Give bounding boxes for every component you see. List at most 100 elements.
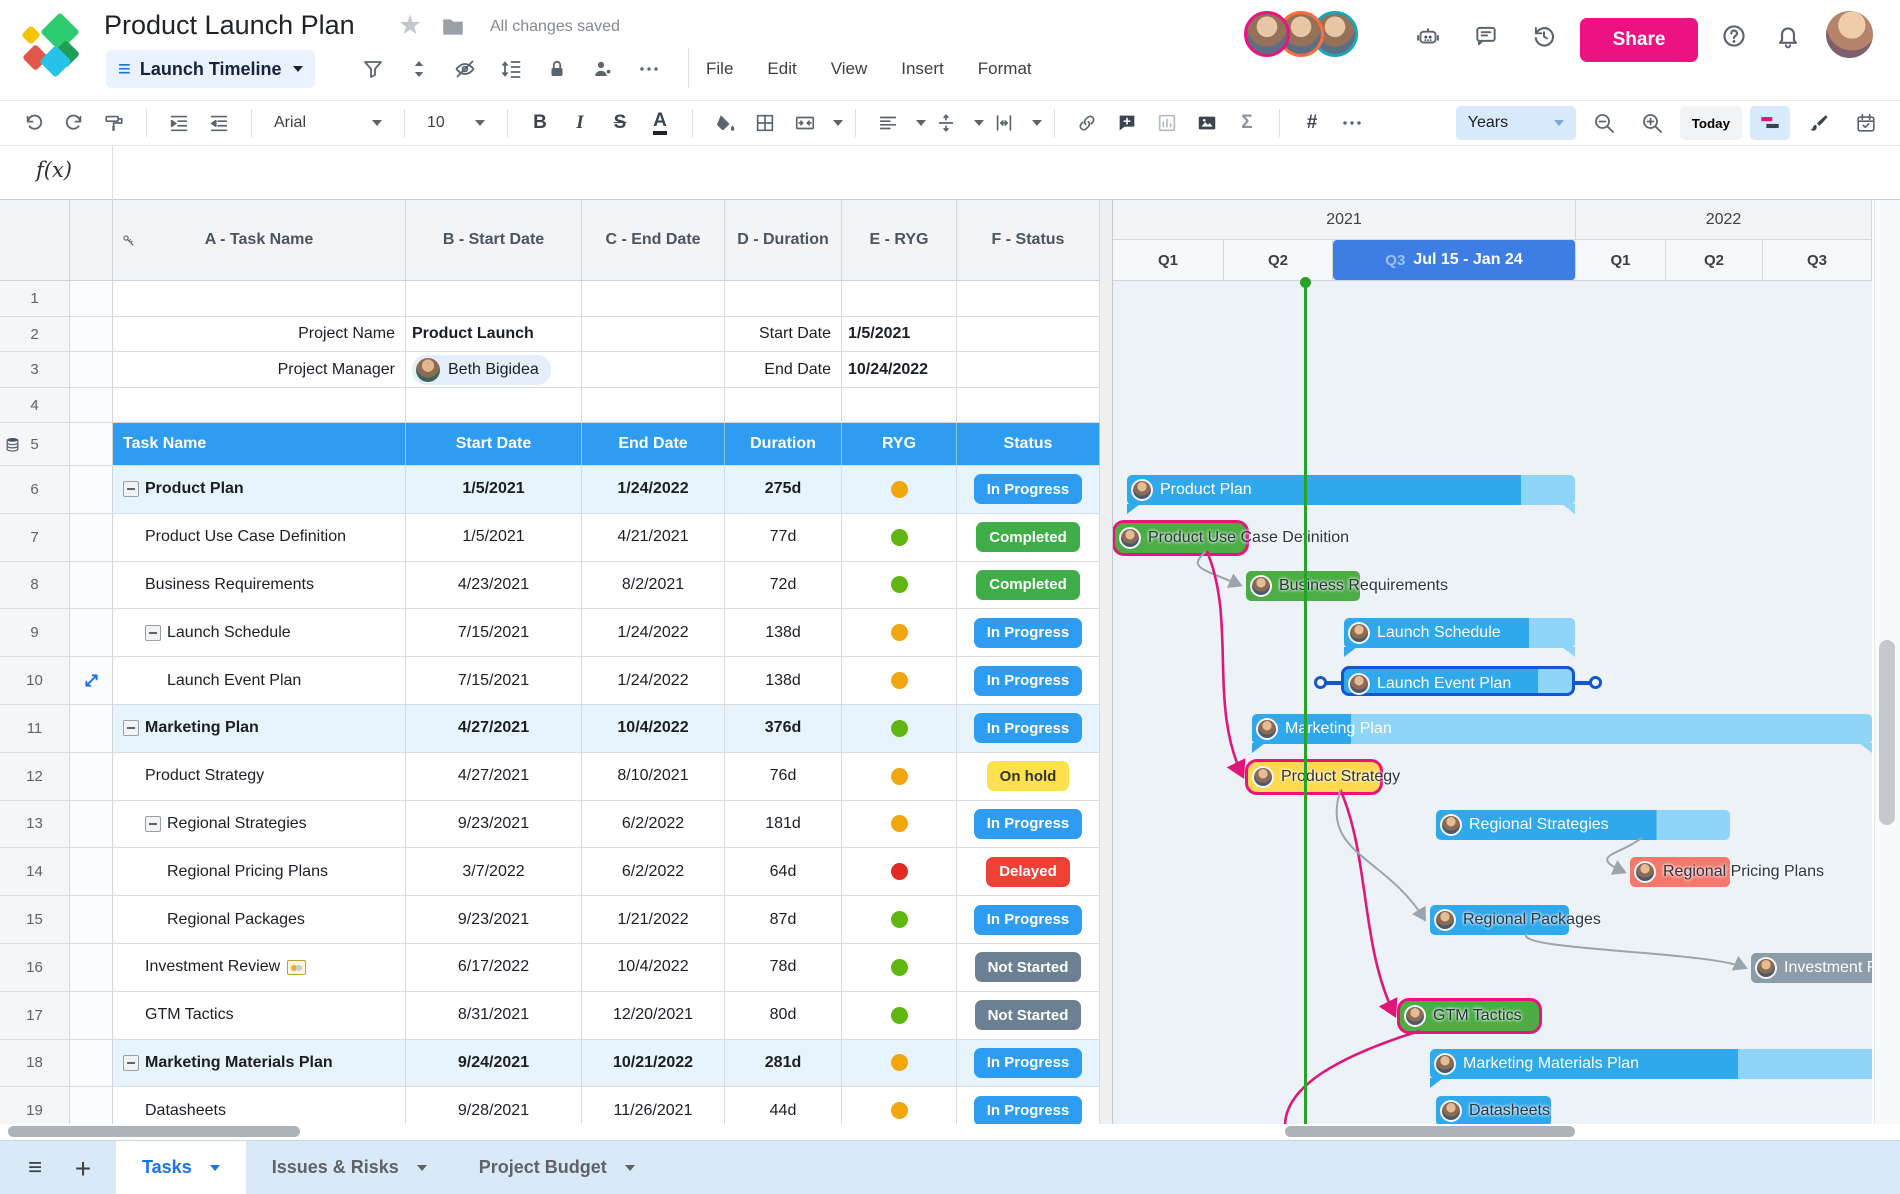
sort-button[interactable] bbox=[396, 52, 442, 86]
sheet-tab-project-budget[interactable]: Project Budget bbox=[453, 1141, 661, 1194]
comment-add-button[interactable] bbox=[1107, 106, 1147, 140]
ryg-cell[interactable] bbox=[842, 705, 957, 752]
row-number[interactable]: 10 bbox=[0, 657, 70, 704]
collapse-toggle[interactable] bbox=[145, 816, 161, 832]
menu-insert[interactable]: Insert bbox=[901, 59, 944, 79]
gantt-quarter-cell[interactable]: Q2 bbox=[1224, 240, 1333, 280]
end-date-cell[interactable]: 8/10/2021 bbox=[582, 753, 725, 800]
status-cell[interactable]: Delayed bbox=[957, 848, 1100, 895]
duration-cell[interactable]: 281d bbox=[725, 1040, 842, 1087]
zoom-out-button[interactable] bbox=[1584, 106, 1624, 140]
outdent-button[interactable] bbox=[199, 106, 239, 140]
duration-cell[interactable]: 80d bbox=[725, 992, 842, 1039]
sheet-tab-tasks[interactable]: Tasks bbox=[116, 1141, 246, 1194]
task-name-cell[interactable]: Product Strategy bbox=[113, 753, 406, 800]
gantt-quarter-cell[interactable]: Q3 bbox=[1763, 240, 1872, 280]
table-row[interactable]: 3Project ManagerBeth BigideaEnd Date10/2… bbox=[0, 352, 1100, 388]
collaborator-avatar[interactable] bbox=[1244, 11, 1290, 57]
status-cell[interactable]: In Progress bbox=[957, 801, 1100, 848]
fill-button[interactable] bbox=[705, 106, 745, 140]
gantt-quarter-cell[interactable]: Q1 bbox=[1113, 240, 1224, 280]
status-cell[interactable]: In Progress bbox=[957, 657, 1100, 704]
start-date-cell[interactable]: 1/5/2021 bbox=[406, 466, 582, 513]
share-user-button[interactable] bbox=[580, 52, 626, 86]
task-name-cell[interactable]: Investment Review bbox=[113, 944, 406, 991]
grid-cell[interactable]: End Date bbox=[725, 352, 842, 387]
duration-cell[interactable]: 72d bbox=[725, 562, 842, 609]
start-date-cell[interactable]: 9/28/2021 bbox=[406, 1087, 582, 1124]
table-row[interactable]: 18Marketing Materials Plan9/24/202110/21… bbox=[0, 1040, 1100, 1088]
gantt-bar-rs[interactable]: Regional Strategies bbox=[1436, 810, 1730, 840]
gantt-bar-gtm[interactable]: GTM Tactics bbox=[1400, 1001, 1539, 1031]
font-family-select[interactable]: Arial bbox=[264, 106, 392, 140]
add-sheet-button[interactable]: + bbox=[70, 1155, 96, 1181]
bell-button[interactable] bbox=[1768, 16, 1808, 56]
more-button[interactable] bbox=[1332, 106, 1372, 140]
row-gutter[interactable] bbox=[70, 848, 113, 895]
table-row[interactable]: 19Datasheets9/28/202111/26/202144dIn Pro… bbox=[0, 1087, 1100, 1124]
image-button[interactable] bbox=[1187, 106, 1227, 140]
row-gutter[interactable] bbox=[70, 657, 113, 704]
ryg-cell[interactable] bbox=[842, 944, 957, 991]
sheet-menu-icon[interactable]: ≡ bbox=[22, 1155, 48, 1181]
gantt-bar-mp[interactable]: Marketing Plan bbox=[1252, 714, 1872, 744]
row-gutter[interactable] bbox=[70, 705, 113, 752]
row-number[interactable]: 11 bbox=[0, 705, 70, 752]
end-date-cell[interactable]: 10/4/2022 bbox=[582, 705, 725, 752]
column-header[interactable]: F - Status bbox=[957, 200, 1100, 280]
table-row[interactable]: 2Project NameProduct LaunchStart Date1/5… bbox=[0, 317, 1100, 352]
favorite-star-icon[interactable]: ★ bbox=[398, 10, 422, 41]
table-header-cell[interactable]: Task Name bbox=[113, 423, 406, 465]
status-cell[interactable]: In Progress bbox=[957, 1087, 1100, 1124]
paint-button[interactable] bbox=[94, 106, 134, 140]
table-header-cell[interactable]: End Date bbox=[582, 423, 725, 465]
link-button[interactable] bbox=[1067, 106, 1107, 140]
end-date-cell[interactable]: 10/21/2022 bbox=[582, 1040, 725, 1087]
grid-cell[interactable]: Start Date bbox=[725, 317, 842, 351]
gantt-bar-ds[interactable]: Datasheets bbox=[1436, 1096, 1551, 1124]
italic-button[interactable]: I bbox=[560, 106, 600, 140]
gantt-bar-mmp[interactable]: Marketing Materials Plan bbox=[1430, 1049, 1872, 1079]
duration-cell[interactable]: 275d bbox=[725, 466, 842, 513]
gantt-bar-lep[interactable]: Launch Event Plan bbox=[1341, 666, 1575, 696]
ryg-cell[interactable] bbox=[842, 609, 957, 656]
table-row[interactable]: 14Regional Pricing Plans3/7/20226/2/2022… bbox=[0, 848, 1100, 896]
collapse-toggle[interactable] bbox=[123, 481, 139, 497]
duration-cell[interactable]: 76d bbox=[725, 753, 842, 800]
today-button[interactable]: Today bbox=[1680, 106, 1742, 140]
chart-button[interactable] bbox=[1147, 106, 1187, 140]
expand-row-icon[interactable] bbox=[82, 671, 101, 690]
end-date-cell[interactable]: 6/2/2022 bbox=[582, 801, 725, 848]
grid-cell[interactable]: Project Name bbox=[113, 317, 406, 351]
grid-cell[interactable]: Project Manager bbox=[113, 352, 406, 387]
row-number[interactable]: 6 bbox=[0, 466, 70, 513]
row-number[interactable]: 17 bbox=[0, 992, 70, 1039]
ryg-cell[interactable] bbox=[842, 657, 957, 704]
row-gutter[interactable] bbox=[70, 896, 113, 943]
borders-button[interactable] bbox=[745, 106, 785, 140]
status-cell[interactable]: Completed bbox=[957, 562, 1100, 609]
end-date-cell[interactable]: 6/2/2022 bbox=[582, 848, 725, 895]
row-gutter[interactable] bbox=[70, 801, 113, 848]
row-gutter[interactable] bbox=[70, 514, 113, 561]
start-date-cell[interactable]: 4/27/2021 bbox=[406, 705, 582, 752]
grid-cell[interactable] bbox=[113, 388, 406, 422]
valign-button[interactable] bbox=[926, 106, 966, 140]
grid-cell[interactable] bbox=[957, 388, 1100, 422]
vertical-scrollbar-thumb[interactable] bbox=[1879, 640, 1895, 825]
duration-cell[interactable]: 138d bbox=[725, 609, 842, 656]
column-header[interactable]: D - Duration bbox=[725, 200, 842, 280]
row-gutter[interactable] bbox=[70, 609, 113, 656]
status-cell[interactable]: In Progress bbox=[957, 1040, 1100, 1087]
formula-bar[interactable]: f(x) bbox=[0, 146, 1900, 200]
status-cell[interactable]: In Progress bbox=[957, 705, 1100, 752]
grid-cell[interactable] bbox=[725, 388, 842, 422]
end-date-cell[interactable]: 1/21/2022 bbox=[582, 896, 725, 943]
row-number[interactable]: 4 bbox=[0, 388, 70, 422]
collapse-toggle[interactable] bbox=[123, 1055, 139, 1071]
gantt-bar-ir[interactable]: Investment Review bbox=[1751, 953, 1872, 983]
task-name-cell[interactable]: Product Plan bbox=[113, 466, 406, 513]
table-row[interactable]: 11Marketing Plan4/27/202110/4/2022376dIn… bbox=[0, 705, 1100, 753]
grid-cell[interactable] bbox=[957, 352, 1100, 387]
ryg-cell[interactable] bbox=[842, 562, 957, 609]
